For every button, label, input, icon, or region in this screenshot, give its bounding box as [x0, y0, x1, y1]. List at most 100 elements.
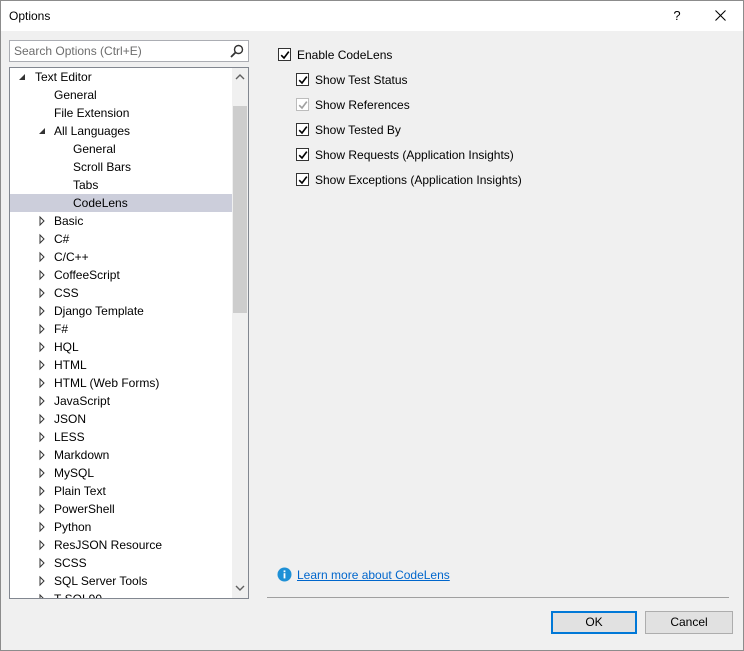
tree-item-label: PowerShell [54, 502, 115, 516]
tree-item[interactable]: HTML [10, 356, 232, 374]
search-input[interactable] [10, 41, 224, 61]
collapsed-arrow-icon[interactable] [38, 212, 48, 230]
collapsed-arrow-icon[interactable] [38, 338, 48, 356]
option-checkbox [296, 98, 309, 111]
tree-item-label: Python [54, 520, 92, 534]
tree-item[interactable]: T-SQL90 [10, 590, 232, 599]
option-label: Show Test Status [315, 73, 408, 87]
tree-item[interactable]: JavaScript [10, 392, 232, 410]
tree-item[interactable]: Django Template [10, 302, 232, 320]
tree-item[interactable]: Markdown [10, 446, 232, 464]
scroll-up-icon[interactable] [235, 73, 245, 80]
tree-item-label: All Languages [54, 124, 131, 138]
tree-item[interactable]: HTML (Web Forms) [10, 374, 232, 392]
tree-item[interactable]: Text Editor [10, 68, 232, 86]
tree-item-label: F# [54, 322, 69, 336]
tree-item-label: Tabs [73, 178, 99, 192]
collapsed-arrow-icon[interactable] [38, 500, 48, 518]
collapsed-arrow-icon[interactable] [38, 248, 48, 266]
tree-item[interactable]: MySQL [10, 464, 232, 482]
collapsed-arrow-icon[interactable] [38, 428, 48, 446]
collapsed-arrow-icon[interactable] [38, 410, 48, 428]
collapsed-arrow-icon[interactable] [38, 554, 48, 572]
collapsed-arrow-icon[interactable] [38, 284, 48, 302]
ok-button[interactable]: OK [551, 611, 637, 634]
tree-item[interactable]: Plain Text [10, 482, 232, 500]
scrollbar-thumb[interactable] [233, 106, 247, 313]
tree-item[interactable]: SCSS [10, 554, 232, 572]
tree-item[interactable]: Scroll Bars [10, 158, 232, 176]
window-title: Options [9, 9, 51, 23]
close-icon [714, 10, 726, 21]
collapsed-arrow-icon[interactable] [38, 374, 48, 392]
tree-item[interactable]: General [10, 86, 232, 104]
collapsed-arrow-icon[interactable] [38, 482, 48, 500]
tree-item[interactable]: ResJSON Resource [10, 536, 232, 554]
tree-item-label: HTML [54, 358, 87, 372]
tree-item[interactable]: C# [10, 230, 232, 248]
tree-item[interactable]: General [10, 140, 232, 158]
tree-list: Text Editor General File Extension All Lang… [10, 68, 232, 599]
tree-item-label: SQL Server Tools [54, 574, 148, 588]
tree-item-label: Text Editor [35, 70, 92, 84]
tree-item[interactable]: File Extension [10, 104, 232, 122]
collapsed-arrow-icon[interactable] [38, 464, 48, 482]
checkmark-icon [280, 51, 290, 60]
learn-more-link[interactable]: Learn more about CodeLens [297, 567, 450, 583]
collapsed-arrow-icon[interactable] [38, 302, 48, 320]
tree-item[interactable]: F# [10, 320, 232, 338]
tree-item[interactable]: Tabs [10, 176, 232, 194]
collapsed-arrow-icon[interactable] [38, 518, 48, 536]
tree-item[interactable]: CoffeeScript [10, 266, 232, 284]
enable-codelens-checkbox[interactable] [278, 48, 291, 61]
search-icon[interactable] [230, 44, 244, 58]
tree-item[interactable]: PowerShell [10, 500, 232, 518]
options-tree[interactable]: Text Editor General File Extension All Lang… [9, 67, 249, 599]
tree-item-label: T-SQL90 [54, 592, 103, 599]
option-label: Show Requests (Application Insights) [315, 148, 514, 162]
option-label: Show References [315, 98, 410, 112]
tree-item[interactable]: C/C++ [10, 248, 232, 266]
tree-item-label: CoffeeScript [54, 268, 120, 282]
close-button[interactable] [699, 1, 741, 31]
option-checkbox[interactable] [296, 123, 309, 136]
tree-scrollbar[interactable] [232, 68, 248, 598]
collapsed-arrow-icon[interactable] [38, 590, 48, 599]
tree-item[interactable]: Basic [10, 212, 232, 230]
option-label: Show Tested By [315, 123, 401, 137]
checkmark-icon [298, 176, 308, 185]
tree-item[interactable]: All Languages [10, 122, 232, 140]
tree-item-label: HTML (Web Forms) [54, 376, 160, 390]
tree-item-label: JavaScript [54, 394, 111, 408]
tree-item-selected[interactable]: CodeLens [10, 194, 232, 212]
collapsed-arrow-icon[interactable] [38, 392, 48, 410]
collapsed-arrow-icon[interactable] [38, 230, 48, 248]
tree-item-label: Django Template [54, 304, 144, 318]
collapsed-arrow-icon[interactable] [38, 320, 48, 338]
tree-item-label: CSS [54, 286, 79, 300]
tree-item[interactable]: JSON [10, 410, 232, 428]
info-icon [277, 567, 292, 582]
tree-item[interactable]: HQL [10, 338, 232, 356]
collapsed-arrow-icon[interactable] [38, 572, 48, 590]
cancel-button[interactable]: Cancel [645, 611, 733, 634]
checkmark-icon [298, 76, 308, 85]
tree-item[interactable]: LESS [10, 428, 232, 446]
expanded-arrow-icon[interactable] [18, 68, 28, 86]
scroll-down-icon[interactable] [235, 585, 245, 592]
collapsed-arrow-icon[interactable] [38, 356, 48, 374]
option-checkbox[interactable] [296, 73, 309, 86]
option-checkbox[interactable] [296, 148, 309, 161]
tree-item-label: ResJSON Resource [54, 538, 163, 552]
search-box[interactable] [9, 40, 249, 62]
option-checkbox[interactable] [296, 173, 309, 186]
tree-item[interactable]: Python [10, 518, 232, 536]
tree-item[interactable]: SQL Server Tools [10, 572, 232, 590]
expanded-arrow-icon[interactable] [38, 122, 48, 140]
tree-item[interactable]: CSS [10, 284, 232, 302]
help-button[interactable]: ? [656, 1, 698, 31]
collapsed-arrow-icon[interactable] [38, 446, 48, 464]
title-bar: Options ? [1, 1, 743, 31]
collapsed-arrow-icon[interactable] [38, 266, 48, 284]
collapsed-arrow-icon[interactable] [38, 536, 48, 554]
